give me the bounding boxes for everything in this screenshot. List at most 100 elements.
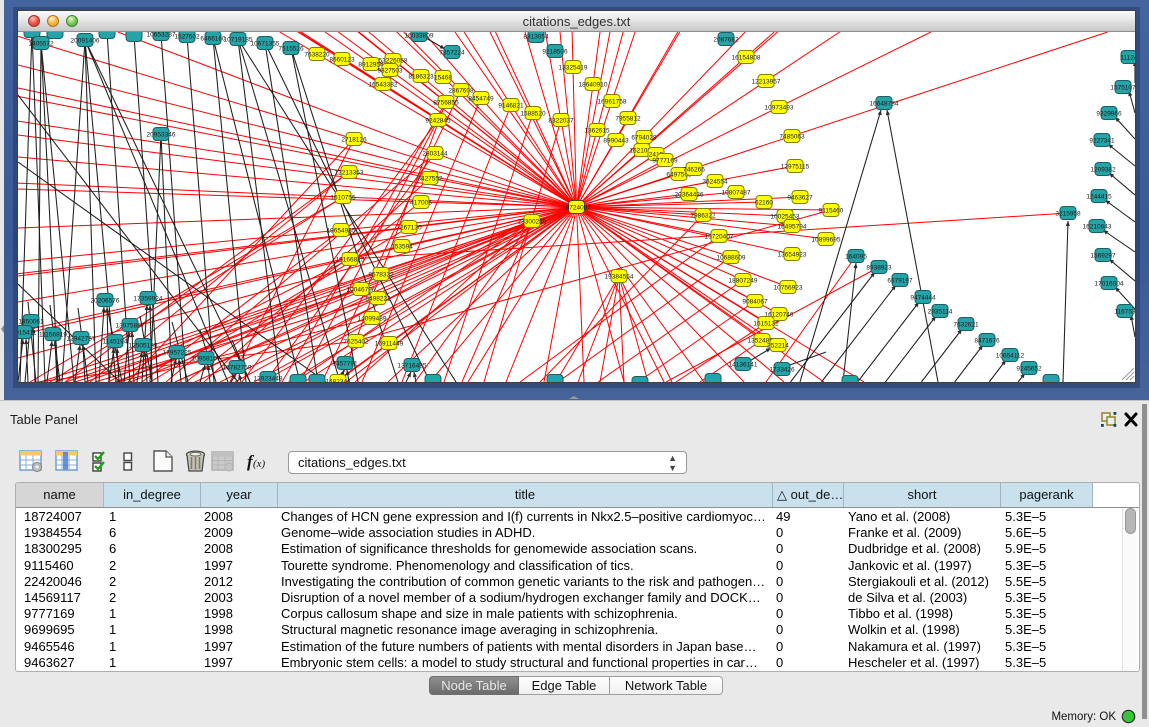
svg-text:10756923: 10756923	[774, 284, 803, 291]
svg-text:1588520: 1588520	[520, 110, 546, 117]
svg-text:3267130: 3267130	[396, 224, 422, 231]
svg-text:9457791: 9457791	[332, 360, 358, 367]
svg-text:12975115: 12975115	[781, 163, 810, 170]
svg-text:19384554: 19384554	[605, 273, 634, 280]
svg-text:17016504: 17016504	[1095, 280, 1124, 287]
svg-text:1733426: 1733426	[769, 366, 795, 373]
svg-text:8454749: 8454749	[468, 95, 494, 102]
svg-text:8578332: 8578332	[368, 271, 394, 278]
svg-text:8990443: 8990443	[603, 137, 629, 144]
svg-text:2087682: 2087682	[713, 36, 739, 43]
svg-text:17957225: 17957225	[163, 349, 192, 356]
svg-text:13325419: 13325419	[559, 64, 588, 71]
svg-text:417006: 417006	[410, 199, 432, 206]
svg-text:11124: 11124	[1120, 54, 1137, 61]
svg-text:16543382: 16543382	[369, 81, 398, 88]
svg-text:18640910: 18640910	[579, 81, 608, 88]
svg-text:7955812: 7955812	[615, 115, 641, 122]
svg-text:15468: 15468	[434, 74, 452, 81]
svg-text:8427552: 8427552	[417, 175, 443, 182]
svg-text:8813054: 8813054	[523, 33, 549, 40]
svg-text:1209382: 1209382	[1090, 166, 1116, 173]
svg-text:10973493: 10973493	[765, 104, 794, 111]
svg-text:10671355: 10671355	[251, 40, 280, 47]
svg-text:10899695: 10899695	[812, 236, 841, 243]
svg-text:7857224: 7857224	[439, 49, 465, 56]
svg-text:8660123: 8660123	[329, 56, 355, 63]
svg-text:15720407: 15720407	[705, 233, 734, 240]
svg-text:13716485: 13716485	[398, 362, 427, 369]
svg-text:116753: 116753	[1114, 308, 1136, 315]
svg-text:1244415: 1244415	[1086, 193, 1112, 200]
svg-text:16961758: 16961758	[598, 98, 627, 105]
svg-text:20091406: 20091406	[71, 37, 100, 44]
svg-text:3915411: 3915411	[12, 329, 37, 336]
svg-text:2718126: 2718126	[341, 136, 367, 143]
svg-text:13654923: 13654923	[778, 251, 807, 258]
svg-text:12942757: 12942757	[67, 335, 96, 342]
svg-text:19654985: 19654985	[327, 227, 356, 234]
svg-text:16033809: 16033809	[405, 32, 434, 39]
svg-text:1362615: 1362615	[584, 127, 610, 134]
svg-text:62160: 62160	[755, 199, 773, 206]
svg-text:16911449: 16911449	[375, 340, 404, 347]
svg-text:19166825: 19166825	[336, 256, 365, 263]
svg-text:11156819: 11156819	[39, 331, 67, 338]
svg-text:16210643: 16210643	[1083, 223, 1112, 230]
svg-text:746266: 746266	[683, 166, 705, 173]
svg-text:164095: 164095	[845, 253, 867, 260]
svg-text:1145194: 1145194	[103, 338, 128, 345]
svg-text:10654112: 10654112	[996, 352, 1025, 359]
svg-text:9463627: 9463627	[787, 194, 813, 201]
svg-text:1575107: 1575107	[1110, 84, 1136, 91]
svg-text:8186323: 8186323	[408, 73, 434, 80]
svg-text:9115460: 9115460	[819, 207, 844, 214]
svg-text:6794028: 6794028	[631, 134, 657, 141]
svg-text:17359924: 17359924	[134, 295, 163, 302]
svg-text:16648784: 16648784	[870, 100, 899, 107]
svg-text:8756855: 8756855	[433, 99, 459, 106]
svg-text:3624554: 3624554	[702, 178, 728, 185]
svg-text:9084067: 9084067	[742, 298, 768, 305]
svg-text:252214: 252214	[767, 342, 789, 349]
svg-text:12213957: 12213957	[752, 78, 781, 85]
svg-text:9245652: 9245652	[1016, 365, 1042, 372]
svg-text:8322037: 8322037	[548, 117, 574, 124]
svg-text:7638220: 7638220	[304, 51, 330, 58]
svg-text:16154808: 16154808	[732, 54, 761, 61]
svg-text:153594: 153594	[391, 243, 413, 250]
svg-text:1569297: 1569297	[1090, 252, 1116, 259]
svg-text:16782759: 16782759	[223, 364, 252, 371]
svg-text:7625402: 7625402	[343, 338, 369, 345]
svg-text:8471676: 8471676	[974, 337, 1000, 344]
svg-text:7515526: 7515526	[278, 45, 304, 52]
svg-text:1615132: 1615132	[753, 320, 779, 327]
svg-text:20364436: 20364436	[675, 191, 704, 198]
svg-text:14136141: 14136141	[729, 361, 758, 368]
svg-text:18724007: 18724007	[562, 204, 591, 211]
svg-text:2867608: 2867608	[448, 87, 474, 94]
svg-text:1610755: 1610755	[330, 194, 356, 201]
svg-text:5498222: 5498222	[365, 295, 391, 302]
svg-text:1527602: 1527602	[174, 33, 200, 40]
svg-text:9474444: 9474444	[910, 294, 936, 301]
svg-text:1850061: 1850061	[18, 318, 44, 325]
svg-text:9777169: 9777169	[652, 157, 678, 164]
svg-text:9327503: 9327503	[377, 67, 403, 74]
svg-text:20206576: 20206576	[91, 297, 120, 304]
svg-text:23300285: 23300285	[518, 218, 547, 225]
svg-text:3215958: 3215958	[1055, 210, 1081, 217]
svg-text:13975857: 13975857	[116, 322, 145, 329]
svg-text:2803144: 2803144	[422, 150, 448, 157]
svg-text:9242845: 9242845	[425, 117, 451, 124]
svg-text:6679197: 6679197	[887, 277, 913, 284]
svg-text:7485063: 7485063	[779, 133, 805, 140]
svg-text:12923448: 12923448	[254, 375, 283, 382]
svg-text:12505135: 12505135	[129, 342, 158, 349]
svg-text:9218506: 9218506	[542, 48, 568, 55]
svg-text:1482344: 1482344	[325, 378, 351, 385]
svg-text:18807249: 18807249	[729, 277, 758, 284]
svg-text:7632621: 7632621	[953, 321, 979, 328]
svg-text:7986322: 7986322	[690, 212, 716, 219]
svg-text:14099489: 14099489	[358, 315, 387, 322]
